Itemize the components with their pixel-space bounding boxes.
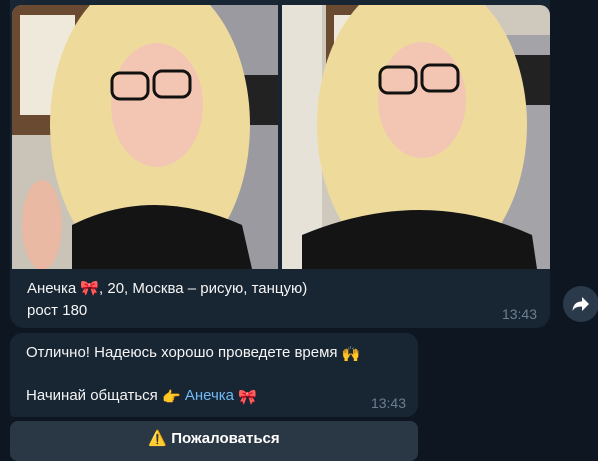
photo-1[interactable] [12,5,278,269]
caption-line-1: Анечка 🎀, 20, Москва – рисую, танцую) [27,280,308,297]
reply-line-2-text: Начинай общаться [26,387,158,404]
message-timestamp: 13:43 [501,306,537,322]
reply-line-1-text: Отлично! Надеюсь хорошо проведете время [26,344,338,361]
photo-message-bubble: Анечка 🎀, 20, Москва – рисую, танцую) ро… [10,0,550,328]
report-button[interactable]: ⚠️ Пожаловаться [10,421,418,461]
photo-2[interactable] [282,5,550,269]
bot-reply-bubble: Отлично! Надеюсь хорошо проведете время … [10,333,418,417]
pointing-right-icon: 👉 [161,389,181,406]
photo-caption: Анечка 🎀, 20, Москва – рисую, танцую) ро… [27,278,497,322]
ribbon-icon: 🎀 [238,389,257,406]
reply-line-2: Начинай общаться 👉 Анечка 🎀 [26,387,257,406]
reply-timestamp: 13:43 [370,395,406,411]
share-arrow-icon [572,297,589,311]
raising-hands-icon: 🙌 [341,346,361,363]
photo-2-image [282,5,550,269]
photo-1-image [12,5,278,269]
user-mention-link[interactable]: Анечка [185,387,234,404]
share-button[interactable] [563,286,598,322]
reply-line-1: Отлично! Надеюсь хорошо проведете время … [26,344,360,363]
caption-line-2: рост 180 [27,302,88,319]
